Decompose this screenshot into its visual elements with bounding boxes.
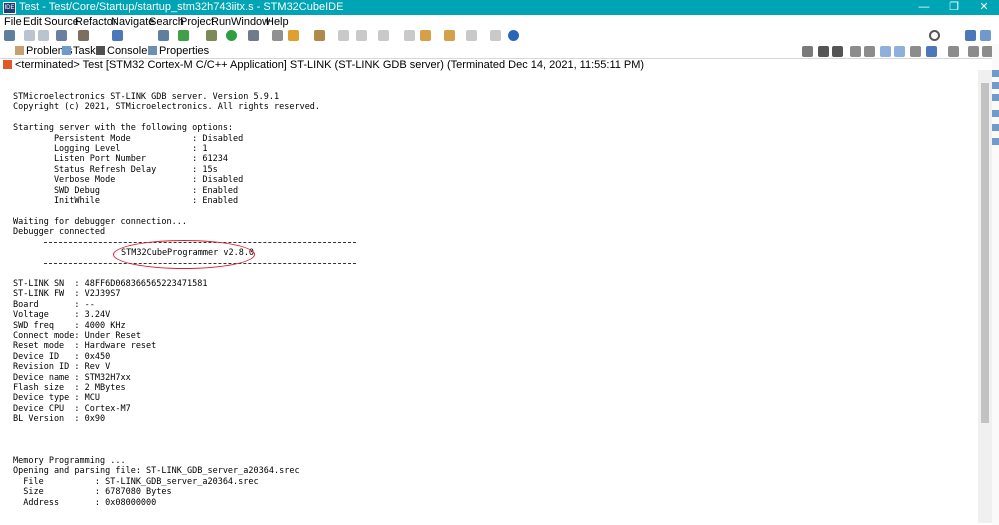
tab-properties[interactable]: Properties: [148, 45, 209, 57]
problems-icon: [15, 46, 24, 55]
external-tools-icon[interactable]: [248, 30, 259, 41]
show-on-error-icon[interactable]: [894, 46, 905, 57]
trim-outline-icon[interactable]: [992, 70, 999, 77]
console-output-bottom: ST-LINK SN : 48FF6D068366565223471581 ST…: [13, 279, 300, 508]
save-icon[interactable]: [24, 30, 35, 41]
save-all-icon[interactable]: [38, 30, 49, 41]
build-config-icon[interactable]: [78, 30, 89, 41]
pin-icon[interactable]: [490, 30, 501, 41]
right-trim-bar: [992, 44, 999, 525]
menu-help[interactable]: Help: [266, 16, 289, 28]
display-console-icon[interactable]: [926, 46, 937, 57]
pen-icon[interactable]: [314, 30, 325, 41]
menu-run[interactable]: Run: [211, 16, 231, 28]
trim-sfr-icon[interactable]: [992, 124, 999, 131]
menu-search[interactable]: Search: [149, 16, 184, 28]
annotation-circle: [113, 240, 255, 269]
perspective-debug-icon[interactable]: [980, 30, 991, 41]
new-icon[interactable]: [4, 30, 15, 41]
back-icon[interactable]: [444, 30, 455, 41]
close-button[interactable]: ✕: [969, 0, 999, 15]
show-whitespace-icon[interactable]: [378, 30, 389, 41]
console-icon: [96, 46, 105, 55]
debug-icon[interactable]: [206, 30, 217, 41]
refresh-icon[interactable]: [178, 30, 189, 41]
scroll-lock-icon[interactable]: [850, 46, 861, 57]
info-icon[interactable]: [508, 30, 519, 41]
build-icon[interactable]: [56, 30, 67, 41]
block-select-icon[interactable]: [356, 30, 367, 41]
minimize-button[interactable]: —: [909, 0, 939, 15]
perspective-cube-icon[interactable]: [965, 30, 976, 41]
main-toolbar: [0, 28, 999, 44]
terminate-icon[interactable]: [802, 46, 813, 57]
terminated-icon: [3, 60, 12, 69]
word-wrap-icon[interactable]: [864, 46, 875, 57]
app-icon: IDE: [3, 2, 16, 14]
forward-icon[interactable]: [466, 30, 477, 41]
trim-fault-analyzer-icon[interactable]: [992, 138, 999, 145]
menu-window[interactable]: Window: [231, 16, 270, 28]
console-status: <terminated> Test [STM32 Cortex-M C/C++ …: [0, 58, 999, 71]
menu-edit[interactable]: Edit: [23, 16, 42, 28]
title-bar: IDE Test - Test/Core/Startup/startup_stm…: [0, 0, 999, 15]
trim-build-analyzer-icon[interactable]: [992, 82, 999, 89]
pin-console-icon[interactable]: [910, 46, 921, 57]
menu-file[interactable]: File: [4, 16, 22, 28]
open-console-icon[interactable]: [948, 46, 959, 57]
tab-console[interactable]: Console: [96, 45, 147, 57]
next-annotation-icon[interactable]: [404, 30, 415, 41]
remove-launch-icon[interactable]: [818, 46, 829, 57]
view-tabs: Problems Tasks Console Properties: [0, 44, 999, 58]
show-on-output-icon[interactable]: [880, 46, 891, 57]
menu-project[interactable]: Project: [180, 16, 214, 28]
minimize-view-icon[interactable]: [968, 46, 979, 57]
menu-bar: File Edit Source Refactor Navigate Searc…: [0, 15, 999, 28]
toggle-mark-icon[interactable]: [338, 30, 349, 41]
search-icon[interactable]: [929, 30, 940, 41]
maximize-button[interactable]: ❐: [939, 0, 969, 15]
remove-all-icon[interactable]: [832, 46, 843, 57]
menu-source[interactable]: Source: [44, 16, 79, 28]
console-status-text: <terminated> Test [STM32 Cortex-M C/C++ …: [15, 59, 645, 71]
open-type-icon[interactable]: [288, 30, 299, 41]
window-title: Test - Test/Core/Startup/startup_stm32h7…: [19, 1, 344, 13]
device-config-icon[interactable]: [112, 30, 123, 41]
last-edit-icon[interactable]: [420, 30, 431, 41]
properties-icon: [148, 46, 157, 55]
tasks-icon: [62, 46, 71, 55]
new-class-icon[interactable]: [158, 30, 169, 41]
run-icon[interactable]: [226, 30, 237, 41]
vertical-scrollbar[interactable]: [978, 70, 992, 523]
menu-navigate[interactable]: Navigate: [111, 16, 154, 28]
scrollbar-thumb[interactable]: [981, 83, 989, 423]
search-tool-icon[interactable]: [272, 30, 283, 41]
trim-registers-icon[interactable]: [992, 110, 999, 117]
console-output-top: STMicroelectronics ST-LINK GDB server. V…: [13, 92, 321, 238]
trim-static-stack-icon[interactable]: [992, 94, 999, 101]
